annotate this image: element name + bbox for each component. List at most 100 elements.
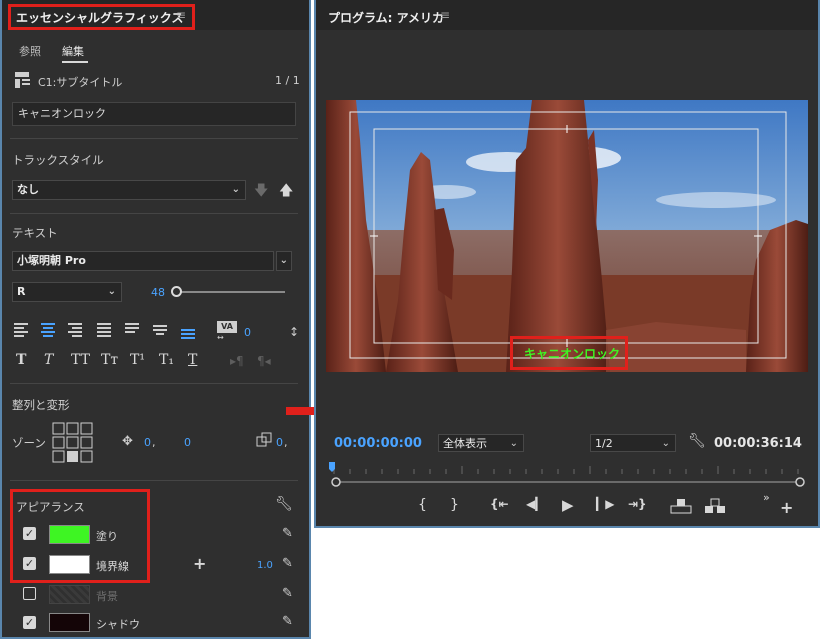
background-color-swatch[interactable]	[49, 585, 90, 604]
superscript-button[interactable]: T¹	[130, 352, 145, 368]
ltr-direction-icon[interactable]: ▸¶	[230, 354, 244, 368]
chevron-down-icon: ⌄	[661, 438, 670, 449]
go-to-in-icon[interactable]: {⇤	[490, 497, 509, 511]
panel-title: エッセンシャルグラフィックス	[16, 11, 184, 25]
font-select[interactable]: 小塚明朝 Pro	[12, 251, 274, 271]
tab-edit[interactable]: 編集	[62, 43, 84, 59]
essential-graphics-panel: エッセンシャルグラフィックス ≡ 参照 編集 C1:サブタイトル 1 / 1 キ…	[0, 0, 311, 639]
eyedropper-icon[interactable]: ✎	[282, 586, 293, 601]
more-controls-icon[interactable]: »	[763, 491, 770, 504]
leading-icon[interactable]: ↕	[289, 325, 299, 339]
stroke-width-value[interactable]: 1.0	[257, 560, 273, 571]
shadow-color-swatch[interactable]	[49, 613, 90, 632]
zone-grid-icon[interactable]	[52, 422, 94, 464]
fit-select[interactable]: 全体表示 ⌄	[438, 434, 524, 452]
font-size-slider-track[interactable]	[174, 291, 285, 293]
duration-timecode: 00:00:36:14	[714, 436, 802, 451]
tracking-value[interactable]: 0	[244, 326, 251, 339]
stroke-checkbox[interactable]: ✓	[23, 557, 36, 570]
text-heading: テキスト	[12, 226, 58, 240]
go-to-out-icon[interactable]: ⇥}	[628, 497, 647, 511]
anchor-separator: ,	[284, 436, 288, 449]
font-size-slider-handle[interactable]	[171, 286, 182, 297]
track-style-value: なし	[17, 183, 39, 196]
justify-last-left-icon[interactable]	[124, 320, 142, 340]
font-style-select[interactable]: R ⌄	[12, 282, 122, 302]
faux-italic-button[interactable]: T	[44, 352, 53, 368]
step-forward-icon[interactable]: ▎▶	[596, 497, 614, 511]
font-size-value[interactable]: 48	[151, 286, 165, 299]
divider	[10, 383, 298, 384]
position-separator: ,	[152, 436, 156, 449]
mark-in-icon[interactable]: {	[418, 497, 427, 513]
playhead-timecode[interactable]: 00:00:00:00	[334, 436, 422, 451]
anchor-x-value[interactable]: 0	[276, 436, 283, 449]
shadow-label: シャドウ	[96, 618, 140, 631]
clip-label: C1:サブタイトル	[38, 76, 123, 89]
eyedropper-icon[interactable]: ✎	[282, 556, 293, 571]
push-up-icon[interactable]: 🡅	[279, 180, 293, 204]
font-style-value: R	[17, 285, 26, 298]
background-checkbox[interactable]	[23, 587, 36, 600]
panel-menu-icon[interactable]: ≡	[176, 8, 186, 22]
small-caps-button[interactable]: Tт	[101, 352, 118, 368]
font-dropdown-button[interactable]: ⌄	[276, 251, 292, 271]
chevron-down-icon: ⌄	[107, 286, 116, 297]
program-monitor-panel: プログラム: アメリカ ≡ キャニオンロック 00:00:00:00 全体表示 …	[314, 0, 820, 528]
tracking-icon: VA	[217, 321, 237, 333]
position-y-value[interactable]: 0	[184, 436, 191, 449]
anchor-point-icon[interactable]	[256, 432, 272, 448]
fill-color-swatch[interactable]	[49, 525, 90, 544]
time-ruler[interactable]	[328, 460, 808, 490]
eyedropper-icon[interactable]: ✎	[282, 526, 293, 541]
wrench-icon[interactable]: 🔧︎	[688, 433, 706, 449]
subscript-button[interactable]: T₁	[159, 352, 174, 368]
align-right-icon[interactable]	[68, 320, 86, 340]
button-editor-icon[interactable]: +	[780, 498, 793, 517]
stroke-color-swatch[interactable]	[49, 555, 90, 574]
clip-count: 1 / 1	[275, 74, 300, 87]
justify-icon[interactable]	[96, 320, 114, 340]
track-style-select[interactable]: なし ⌄	[12, 180, 246, 200]
eyedropper-icon[interactable]: ✎	[282, 614, 293, 629]
fill-label: 塗り	[96, 530, 118, 543]
push-down-icon[interactable]: 🡇	[254, 180, 268, 204]
resolution-select[interactable]: 1/2 ⌄	[590, 434, 676, 452]
layer-name-field[interactable]: キャニオンロック	[12, 102, 296, 126]
divider	[10, 138, 298, 139]
tab-browse[interactable]: 参照	[19, 43, 41, 59]
align-bottom-icon[interactable]	[180, 320, 198, 340]
background-label: 背景	[96, 590, 118, 603]
play-icon[interactable]: ▶	[562, 496, 574, 514]
shadow-checkbox[interactable]: ✓	[23, 616, 36, 629]
clip-icon	[15, 72, 30, 88]
align-left-icon[interactable]	[12, 320, 30, 340]
step-back-icon[interactable]: ◀▎	[526, 497, 544, 511]
mark-out-icon[interactable]: }	[450, 497, 459, 513]
program-monitor-title: プログラム: アメリカ	[328, 11, 445, 25]
fit-value: 全体表示	[443, 437, 487, 450]
stroke-label: 境界線	[96, 560, 129, 573]
panel-menu-icon[interactable]: ≡	[440, 8, 450, 22]
add-stroke-icon[interactable]: +	[193, 554, 206, 573]
position-x-value[interactable]: 0	[144, 436, 151, 449]
all-caps-button[interactable]: TT	[71, 352, 90, 368]
fill-checkbox[interactable]: ✓	[23, 527, 36, 540]
extract-icon[interactable]	[704, 498, 726, 514]
underline-button[interactable]: T	[188, 352, 197, 368]
vertical-center-icon[interactable]	[152, 320, 170, 340]
chevron-down-icon: ⌄	[231, 184, 240, 195]
appearance-heading: アピアランス	[16, 500, 85, 514]
faux-bold-button[interactable]: T	[16, 352, 26, 368]
chevron-down-icon: ⌄	[509, 438, 518, 449]
align-center-icon[interactable]	[40, 320, 58, 340]
caption-text[interactable]: キャニオンロック	[524, 345, 620, 362]
lift-icon[interactable]	[670, 498, 692, 514]
move-position-icon[interactable]: ✥	[122, 434, 133, 449]
divider	[10, 213, 298, 214]
wrench-icon[interactable]: 🔧︎	[275, 496, 293, 512]
divider	[10, 480, 298, 481]
rtl-direction-icon[interactable]: ¶◂	[257, 354, 271, 368]
align-transform-heading: 整列と変形	[12, 398, 70, 412]
resolution-value: 1/2	[595, 437, 613, 450]
